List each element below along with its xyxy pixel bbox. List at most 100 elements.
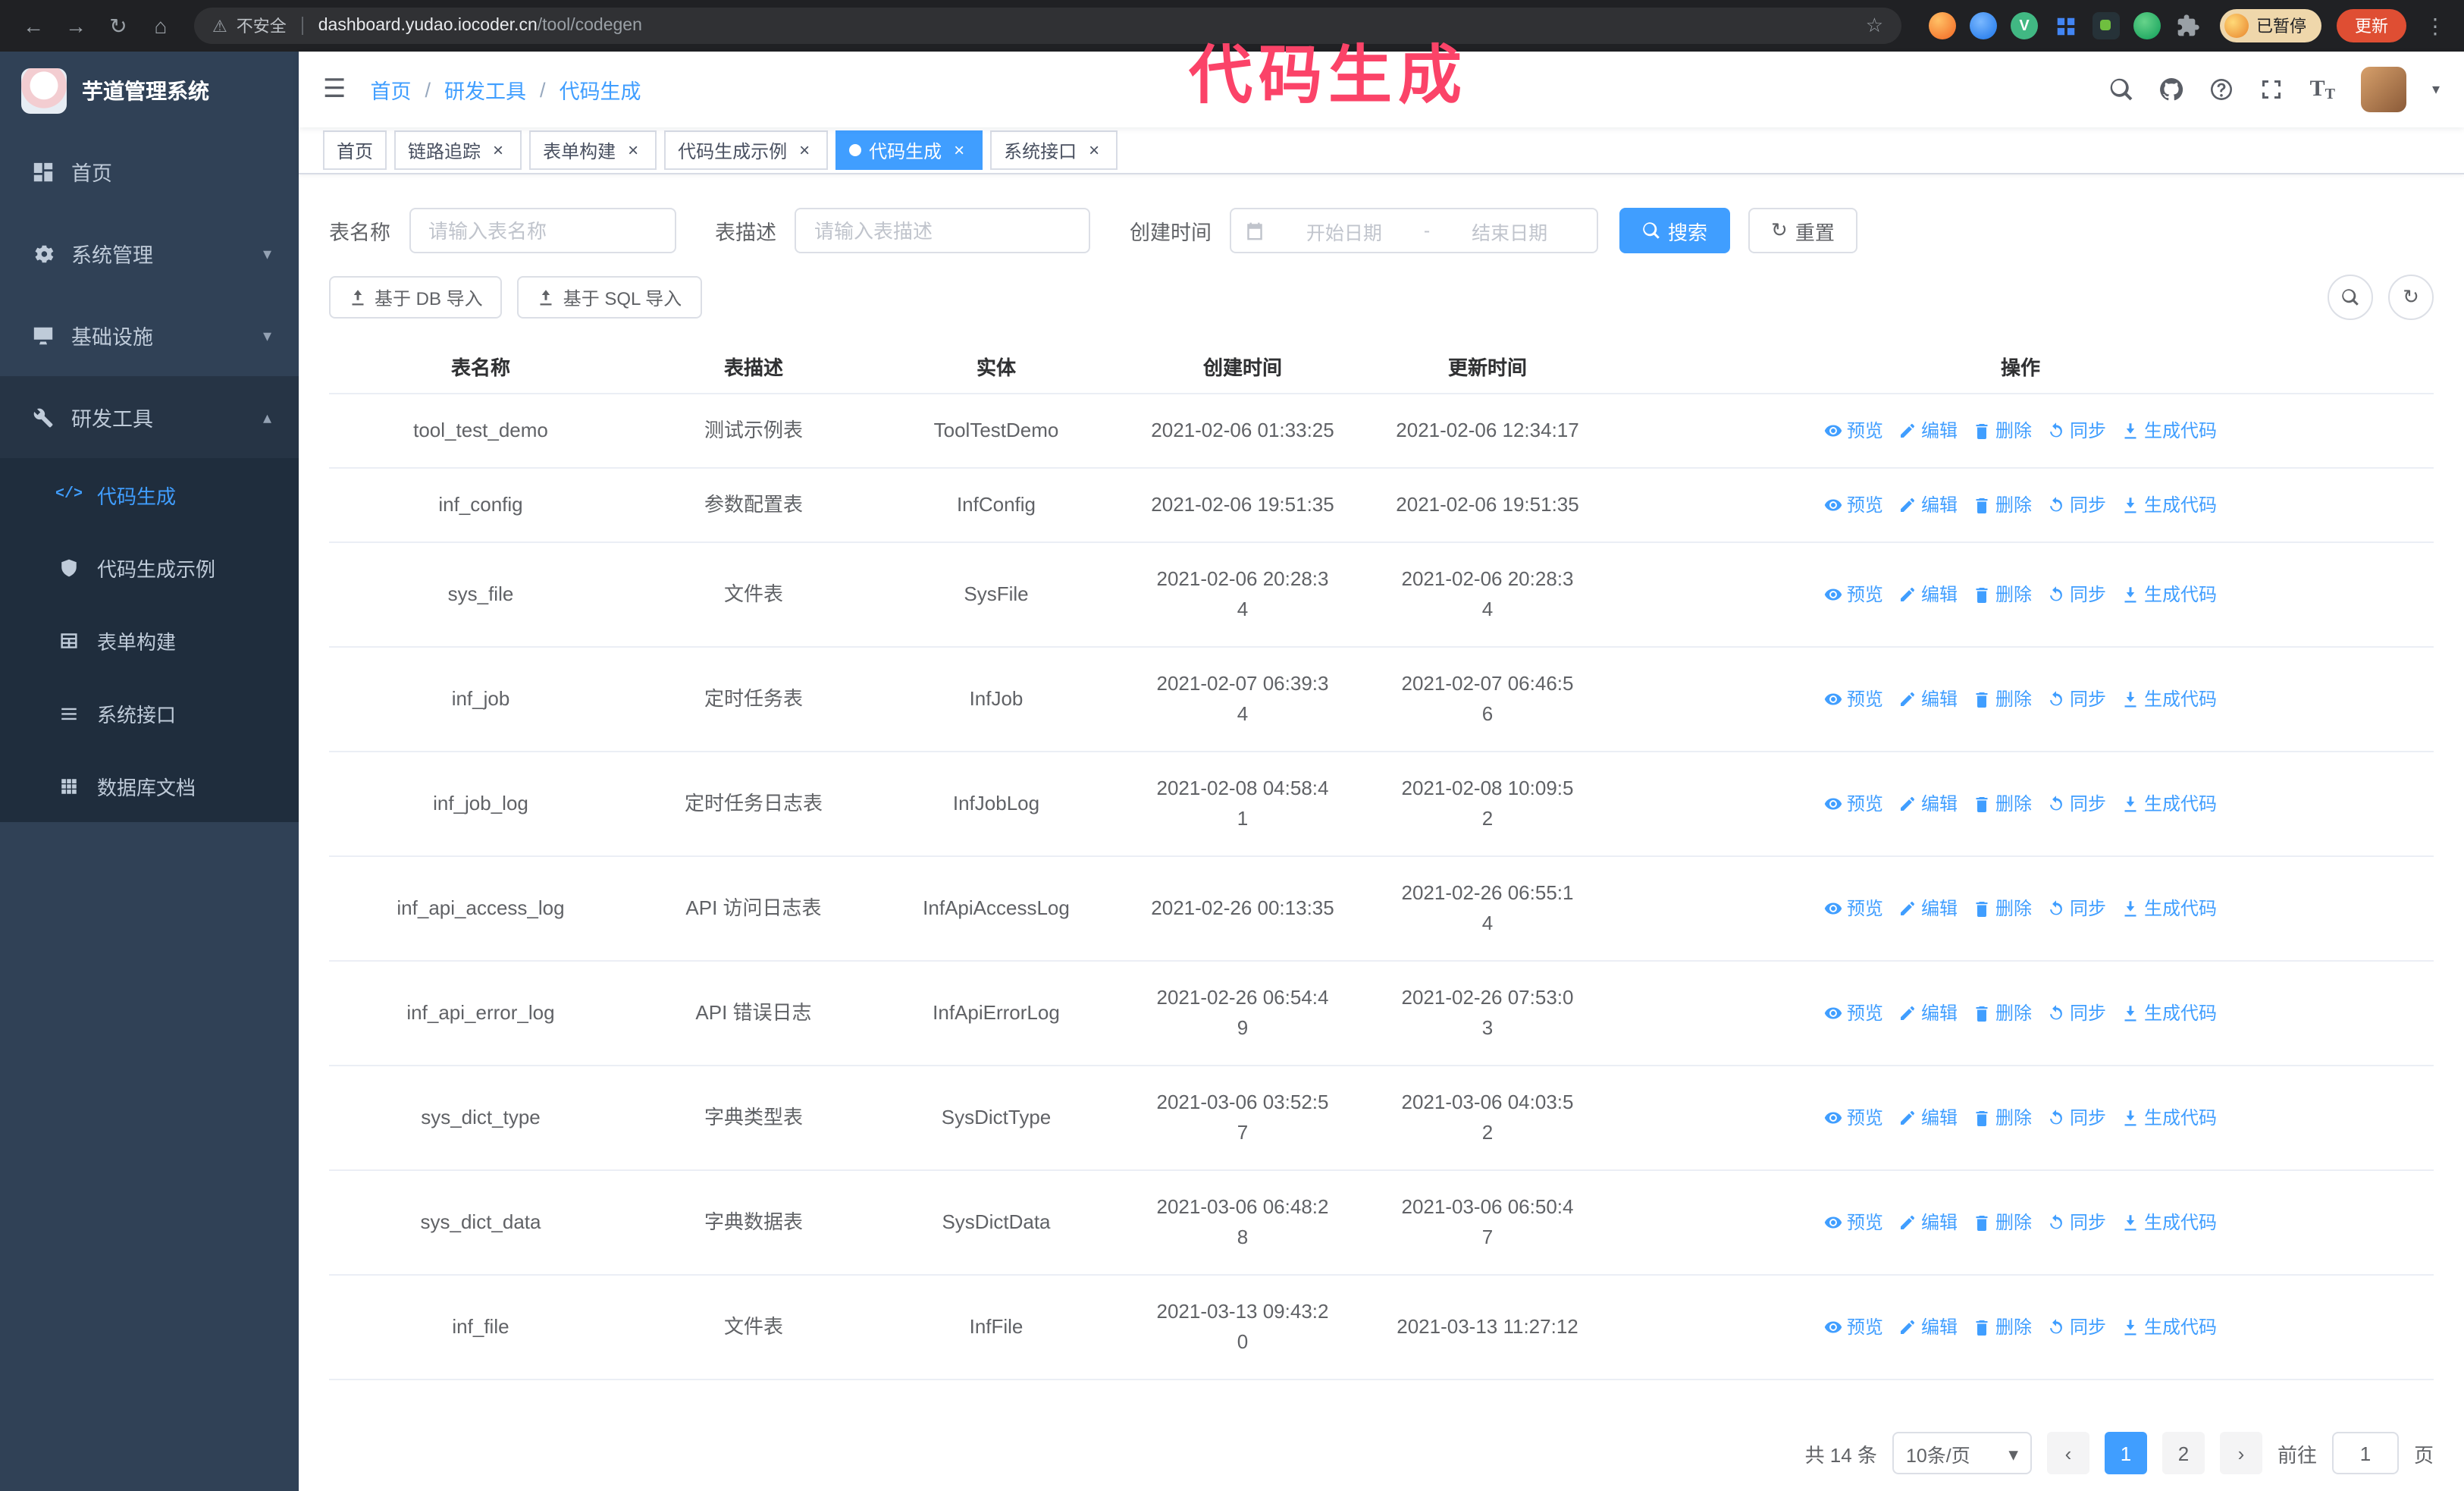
sidebar-item-system-management[interactable]: 系统管理 ▾ [0, 212, 299, 294]
edit-link[interactable]: 编辑 [1898, 416, 1958, 446]
sync-link[interactable]: 同步 [2047, 998, 2106, 1028]
sidebar-item-dev-tools[interactable]: 研发工具 ▴ [0, 376, 299, 458]
table-name-input[interactable] [409, 208, 676, 253]
preview-link[interactable]: 预览 [1824, 893, 1883, 924]
edit-link[interactable]: 编辑 [1898, 998, 1958, 1028]
close-tab-icon[interactable]: × [1084, 140, 1104, 160]
extensions-puzzle-icon[interactable] [2174, 12, 2202, 39]
page-button-1[interactable]: 1 [2104, 1432, 2147, 1474]
extension-icon-grid[interactable] [2052, 12, 2079, 39]
delete-link[interactable]: 删除 [1973, 416, 2032, 446]
search-icon[interactable] [2110, 77, 2134, 102]
goto-page-input[interactable] [2331, 1432, 2399, 1474]
delete-link[interactable]: 删除 [1973, 684, 2032, 714]
tab-home[interactable]: 首页 [323, 130, 387, 170]
generate-code-link[interactable]: 生成代码 [2121, 416, 2217, 446]
close-tab-icon[interactable]: × [949, 140, 969, 160]
bookmark-star-icon[interactable]: ☆ [1866, 14, 1883, 38]
close-tab-icon[interactable]: × [623, 140, 643, 160]
generate-code-link[interactable]: 生成代码 [2121, 1207, 2217, 1238]
edit-link[interactable]: 编辑 [1898, 684, 1958, 714]
sync-link[interactable]: 同步 [2047, 1103, 2106, 1133]
page-size-select[interactable]: 10条/页 ▾ [1892, 1432, 2032, 1474]
tab-code-generation[interactable]: 代码生成 × [835, 130, 983, 170]
avatar-caret-down-icon[interactable]: ▾ [2432, 81, 2440, 98]
generate-code-link[interactable]: 生成代码 [2121, 684, 2217, 714]
fullscreen-icon[interactable] [2260, 77, 2284, 102]
close-tab-icon[interactable]: × [795, 140, 814, 160]
import-sql-button[interactable]: 基于 SQL 导入 [517, 276, 702, 319]
preview-link[interactable]: 预览 [1824, 1207, 1883, 1238]
generate-code-link[interactable]: 生成代码 [2121, 893, 2217, 924]
edit-link[interactable]: 编辑 [1898, 579, 1958, 610]
tab-codegen-example[interactable]: 代码生成示例 × [664, 130, 829, 170]
generate-code-link[interactable]: 生成代码 [2121, 579, 2217, 610]
preview-link[interactable]: 预览 [1824, 490, 1883, 520]
preview-link[interactable]: 预览 [1824, 579, 1883, 610]
sync-link[interactable]: 同步 [2047, 490, 2106, 520]
delete-link[interactable]: 删除 [1973, 579, 2032, 610]
sidebar-item-codegen-example[interactable]: 代码生成示例 [0, 531, 299, 604]
sync-link[interactable]: 同步 [2047, 684, 2106, 714]
page-button-2[interactable]: 2 [2161, 1432, 2205, 1474]
delete-link[interactable]: 删除 [1973, 490, 2032, 520]
address-bar[interactable]: ⚠ 不安全 dashboard.yudao.iocoder.cn/tool/co… [194, 8, 1901, 44]
sidebar-toggle-icon[interactable]: ☰ [323, 74, 346, 105]
delete-link[interactable]: 删除 [1973, 1207, 2032, 1238]
preview-link[interactable]: 预览 [1824, 416, 1883, 446]
breadcrumb-devtools[interactable]: 研发工具 [444, 74, 526, 105]
browser-menu-kebab-icon[interactable]: ⋮ [2422, 13, 2449, 39]
sync-link[interactable]: 同步 [2047, 416, 2106, 446]
help-icon[interactable] [2210, 77, 2234, 102]
tab-link-trace[interactable]: 链路追踪 × [394, 130, 522, 170]
preview-link[interactable]: 预览 [1824, 789, 1883, 819]
sidebar-item-database-doc[interactable]: 数据库文档 [0, 749, 299, 822]
date-range-picker[interactable]: 开始日期 - 结束日期 [1230, 208, 1598, 253]
sync-link[interactable]: 同步 [2047, 1207, 2106, 1238]
sidebar-item-infrastructure[interactable]: 基础设施 ▾ [0, 294, 299, 376]
table-desc-input[interactable] [795, 208, 1090, 253]
reset-button[interactable]: ↻ 重置 [1748, 208, 1857, 253]
generate-code-link[interactable]: 生成代码 [2121, 998, 2217, 1028]
preview-link[interactable]: 预览 [1824, 1103, 1883, 1133]
sidebar-item-system-api[interactable]: 系统接口 [0, 676, 299, 749]
next-page-button[interactable]: › [2219, 1432, 2262, 1474]
browser-back-icon[interactable]: ← [15, 8, 52, 44]
font-size-icon[interactable]: TT [2310, 77, 2335, 102]
preview-link[interactable]: 预览 [1824, 1312, 1883, 1342]
github-icon[interactable] [2160, 77, 2184, 102]
generate-code-link[interactable]: 生成代码 [2121, 789, 2217, 819]
user-avatar[interactable] [2360, 67, 2406, 112]
security-label[interactable]: 不安全 [237, 14, 287, 38]
edit-link[interactable]: 编辑 [1898, 893, 1958, 924]
extension-icon-dark[interactable] [2093, 12, 2120, 39]
edit-link[interactable]: 编辑 [1898, 1312, 1958, 1342]
generate-code-link[interactable]: 生成代码 [2121, 490, 2217, 520]
sidebar-item-code-generation[interactable]: </> 代码生成 [0, 458, 299, 531]
edit-link[interactable]: 编辑 [1898, 1103, 1958, 1133]
breadcrumb-home[interactable]: 首页 [371, 74, 412, 105]
app-logo[interactable]: 芋道管理系统 [0, 52, 299, 130]
delete-link[interactable]: 删除 [1973, 893, 2032, 924]
edit-link[interactable]: 编辑 [1898, 490, 1958, 520]
sync-link[interactable]: 同步 [2047, 893, 2106, 924]
import-db-button[interactable]: 基于 DB 导入 [329, 276, 503, 319]
toggle-search-button[interactable] [2328, 275, 2373, 320]
extension-icon-green[interactable] [2133, 12, 2161, 39]
browser-update-button[interactable]: 更新 [2337, 9, 2406, 42]
prev-page-button[interactable]: ‹ [2046, 1432, 2089, 1474]
preview-link[interactable]: 预览 [1824, 998, 1883, 1028]
tab-system-api[interactable]: 系统接口 × [990, 130, 1118, 170]
delete-link[interactable]: 删除 [1973, 998, 2032, 1028]
delete-link[interactable]: 删除 [1973, 789, 2032, 819]
extension-icon-vue[interactable]: V [2011, 12, 2038, 39]
browser-home-icon[interactable]: ⌂ [143, 8, 179, 44]
generate-code-link[interactable]: 生成代码 [2121, 1312, 2217, 1342]
profile-paused-badge[interactable]: 已暂停 [2220, 9, 2321, 42]
browser-forward-icon[interactable]: → [58, 8, 94, 44]
sidebar-item-home[interactable]: 首页 [0, 130, 299, 212]
sidebar-item-form-builder[interactable]: 表单构建 [0, 604, 299, 676]
delete-link[interactable]: 删除 [1973, 1312, 2032, 1342]
sync-link[interactable]: 同步 [2047, 1312, 2106, 1342]
sync-link[interactable]: 同步 [2047, 579, 2106, 610]
